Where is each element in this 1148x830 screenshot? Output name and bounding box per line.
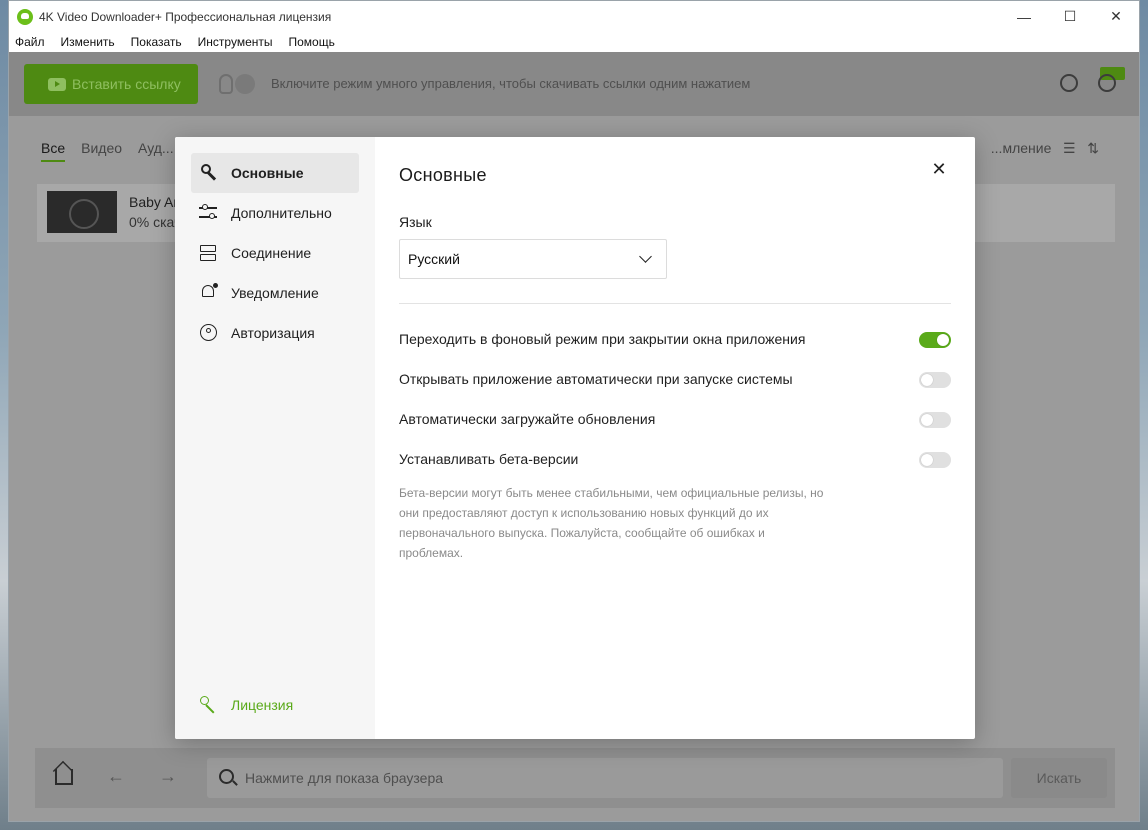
sidebar-item-advanced[interactable]: Дополнительно	[191, 193, 359, 233]
beta-note: Бета-версии могут быть менее стабильными…	[399, 486, 824, 560]
page-title: Основные	[399, 165, 487, 185]
window-title: 4K Video Downloader+ Профессиональная ли…	[39, 9, 332, 24]
download-title: Baby Ar	[129, 194, 179, 210]
beta-toggle[interactable]	[919, 452, 951, 468]
list-tools: ...мление ☰ ⇅	[991, 140, 1099, 157]
list-tools-label: ...мление	[990, 140, 1052, 156]
media-tabs: Все Видео Ауд...	[41, 140, 190, 162]
smart-mode-text: Включите режим умного управления, чтобы …	[271, 76, 751, 91]
paste-link-label: Вставить ссылку	[72, 76, 181, 92]
search-button[interactable]: Искать	[1011, 758, 1107, 798]
lightbulb-icon	[219, 74, 233, 94]
browser-bar: ← → Нажмите для показа браузера Искать	[35, 748, 1115, 808]
menu-bar: Файл Изменить Показать Инструменты Помощ…	[9, 32, 1139, 52]
sidebar-item-label: Основные	[231, 165, 304, 181]
option-label: Переходить в фоновый режим при закрытии …	[399, 331, 806, 347]
settings-gear-icon[interactable]	[1060, 74, 1078, 92]
key-icon	[199, 695, 219, 715]
option-label: Открывать приложение автоматически при з…	[399, 371, 793, 387]
account-icon[interactable]	[1098, 74, 1116, 92]
license-label: Лицензия	[231, 697, 294, 713]
wrench-icon	[199, 163, 219, 183]
chevron-down-icon	[639, 250, 652, 263]
menu-view[interactable]: Показать	[131, 35, 182, 49]
option-background-mode: Переходить в фоновый режим при закрытии …	[399, 331, 951, 351]
app-content-dimmed: Вставить ссылку Включите режим умного уп…	[9, 52, 1139, 821]
close-dialog-button[interactable]: ✕	[929, 159, 949, 179]
video-thumbnail	[47, 191, 117, 233]
menu-edit[interactable]: Изменить	[61, 35, 115, 49]
sidebar-item-label: Дополнительно	[231, 205, 332, 221]
tab-all[interactable]: Все	[41, 140, 66, 162]
bell-icon	[199, 283, 219, 303]
section-divider	[399, 303, 951, 304]
forward-arrow-icon[interactable]: →	[159, 766, 177, 787]
user-icon	[199, 323, 219, 343]
background-mode-toggle[interactable]	[919, 332, 951, 348]
search-filter-icon[interactable]: ☰	[1055, 140, 1083, 156]
language-value: Русский	[408, 251, 460, 267]
sidebar-item-general[interactable]: Основные	[191, 153, 359, 193]
tab-audio[interactable]: Ауд...	[138, 140, 174, 162]
license-link[interactable]: Лицензия	[191, 685, 359, 725]
settings-content: Основные ✕ Язык Русский Переходить в фон…	[399, 137, 951, 739]
sliders-icon	[199, 203, 219, 223]
server-icon	[199, 243, 219, 263]
home-icon[interactable]	[55, 769, 73, 785]
sidebar-item-authorization[interactable]: Авторизация	[191, 313, 359, 353]
option-beta: Устанавливать бета-версии	[399, 451, 951, 471]
settings-dialog: Основные Дополнительно Соединение Уведом…	[175, 137, 975, 739]
sidebar-item-label: Соединение	[231, 245, 312, 261]
back-arrow-icon[interactable]: ←	[107, 766, 125, 787]
tab-video[interactable]: Видео	[81, 140, 122, 162]
browser-address-input[interactable]: Нажмите для показа браузера	[207, 758, 1003, 798]
app-window: 4K Video Downloader+ Профессиональная ли…	[8, 0, 1140, 822]
smart-mode-toggle[interactable]	[235, 74, 255, 94]
option-label: Автоматически загружайте обновления	[399, 411, 656, 427]
autostart-toggle[interactable]	[919, 372, 951, 388]
menu-file[interactable]: Файл	[15, 35, 45, 49]
window-controls: — ☐ ✕	[1001, 1, 1139, 32]
maximize-button[interactable]: ☐	[1047, 1, 1093, 32]
close-window-button[interactable]: ✕	[1093, 1, 1139, 32]
menu-help[interactable]: Помощь	[289, 35, 335, 49]
sidebar-item-connection[interactable]: Соединение	[191, 233, 359, 273]
search-icon	[219, 769, 234, 784]
option-autostart: Открывать приложение автоматически при з…	[399, 371, 951, 391]
sort-icon[interactable]: ⇅	[1087, 140, 1099, 156]
sidebar-item-notifications[interactable]: Уведомление	[191, 273, 359, 313]
main-toolbar: Вставить ссылку Включите режим умного уп…	[9, 52, 1139, 116]
menu-tools[interactable]: Инструменты	[198, 35, 273, 49]
auto-update-toggle[interactable]	[919, 412, 951, 428]
option-label: Устанавливать бета-версии	[399, 451, 579, 467]
sidebar-item-label: Авторизация	[231, 325, 315, 341]
title-bar: 4K Video Downloader+ Профессиональная ли…	[9, 1, 1139, 32]
language-label: Язык	[399, 214, 432, 230]
youtube-icon	[48, 77, 66, 91]
option-auto-update: Автоматически загружайте обновления	[399, 411, 951, 431]
paste-link-button[interactable]: Вставить ссылку	[24, 64, 198, 104]
app-logo-icon	[17, 8, 33, 25]
settings-sidebar: Основные Дополнительно Соединение Уведом…	[175, 137, 375, 739]
sidebar-item-label: Уведомление	[231, 285, 319, 301]
language-select[interactable]: Русский	[399, 239, 667, 279]
browser-placeholder: Нажмите для показа браузера	[245, 770, 444, 786]
minimize-button[interactable]: —	[1001, 1, 1047, 32]
